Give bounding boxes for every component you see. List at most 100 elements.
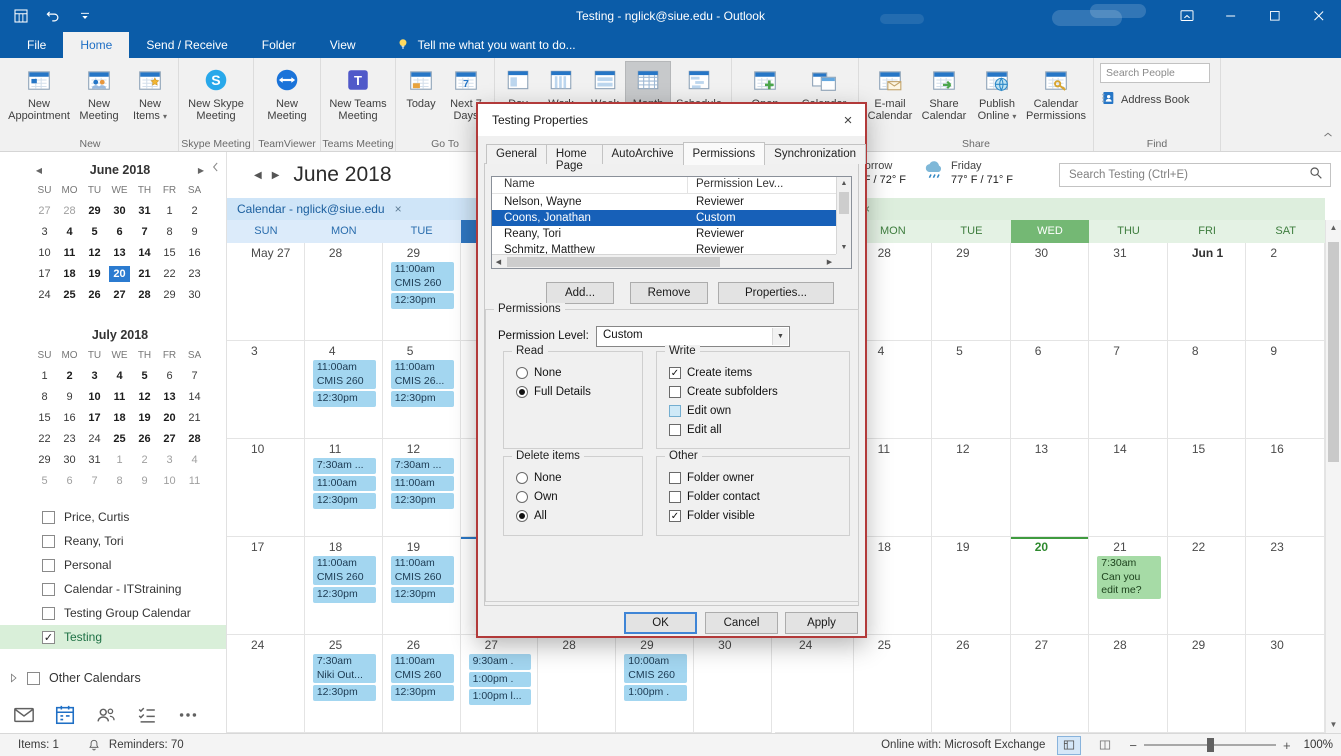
- calendar-checkbox[interactable]: [42, 607, 55, 620]
- all-radio[interactable]: [516, 510, 528, 522]
- mini-day[interactable]: 14: [132, 243, 157, 264]
- mini-day[interactable]: 5: [82, 222, 107, 243]
- mini-day[interactable]: 3: [32, 222, 57, 243]
- mini-day[interactable]: 11: [57, 243, 82, 264]
- day-cell[interactable]: 9: [1246, 341, 1325, 439]
- people-icon[interactable]: [95, 704, 117, 726]
- mini-day[interactable]: 28: [182, 429, 207, 450]
- permission-row-coons-jonathan[interactable]: Coons, JonathanCustom: [492, 210, 851, 226]
- mini-day[interactable]: 23: [57, 429, 82, 450]
- day-cell[interactable]: 23: [1246, 537, 1325, 635]
- mini-day[interactable]: 10: [82, 387, 107, 408]
- create-subfolders-option[interactable]: Create subfolders: [669, 385, 849, 398]
- mini-day[interactable]: 9: [132, 471, 157, 492]
- day-cell[interactable]: 14: [1089, 439, 1168, 537]
- mini-day[interactable]: 4: [182, 450, 207, 471]
- permission-level-dropdown[interactable]: Custom ▼: [596, 326, 790, 347]
- mini-day[interactable]: 29: [157, 285, 182, 306]
- mini-day[interactable]: 8: [157, 222, 182, 243]
- day-cell[interactable]: 279:30am .1:00pm .1:00pm l...: [461, 635, 539, 733]
- scroll-left-icon[interactable]: ◀: [492, 258, 505, 266]
- day-cell[interactable]: 257:30am Niki Out...12:30pm: [305, 635, 383, 733]
- ribbon-tab-view[interactable]: View: [313, 32, 373, 58]
- ribbon-tab-send-receive[interactable]: Send / Receive: [129, 32, 244, 58]
- calendar-list-item-testing-group-calendar[interactable]: Testing Group Calendar: [0, 601, 226, 625]
- event-chip[interactable]: 12:30pm: [313, 493, 376, 509]
- day-cell[interactable]: 20: [1011, 537, 1090, 635]
- mini-day[interactable]: 24: [82, 429, 107, 450]
- event-chip[interactable]: 11:00am CMIS 260: [391, 556, 454, 585]
- day-cell[interactable]: 12: [932, 439, 1011, 537]
- edit-all-option[interactable]: Edit all: [669, 423, 849, 436]
- mini-day[interactable]: 26: [132, 429, 157, 450]
- ribbon-button-new-meeting[interactable]: New Meeting: [72, 61, 126, 127]
- mini-day[interactable]: 8: [32, 387, 57, 408]
- event-chip[interactable]: 11:00am CMIS 26...: [391, 360, 454, 389]
- event-chip[interactable]: 7:30am ...: [313, 458, 376, 474]
- calendar-checkbox[interactable]: [42, 511, 55, 524]
- ribbon-button-calendar-permissions[interactable]: Calendar Permissions: [1023, 61, 1089, 127]
- folder-visible-checkbox[interactable]: ✓: [669, 510, 681, 522]
- day-cell[interactable]: 28: [1089, 635, 1168, 733]
- list-vertical-scrollbar[interactable]: ▲ ▼: [836, 177, 851, 254]
- event-chip[interactable]: 12:30pm: [391, 293, 454, 309]
- day-cell[interactable]: 28: [305, 243, 383, 341]
- own-radio[interactable]: [516, 491, 528, 503]
- dialog-tab-synchronization[interactable]: Synchronization: [764, 144, 866, 164]
- day-cell[interactable]: 29: [932, 243, 1011, 341]
- event-chip[interactable]: 1:00pm l...: [469, 689, 532, 705]
- mini-day[interactable]: 24: [32, 285, 57, 306]
- event-chip[interactable]: 10:00am CMIS 260: [624, 654, 687, 683]
- day-cell[interactable]: 511:00am CMIS 26...12:30pm: [383, 341, 461, 439]
- day-cell[interactable]: 127:30am ...11:00am12:30pm: [383, 439, 461, 537]
- name-column-header[interactable]: Name: [492, 177, 688, 193]
- event-chip[interactable]: 11:00am CMIS 260: [313, 556, 376, 585]
- mini-day[interactable]: 3: [82, 366, 107, 387]
- search-icon[interactable]: [1308, 165, 1324, 186]
- day-cell[interactable]: 2: [1246, 243, 1325, 341]
- mini-day[interactable]: 2: [57, 366, 82, 387]
- day-cell[interactable]: 8: [1168, 341, 1247, 439]
- scroll-up-icon[interactable]: ▲: [1326, 220, 1341, 236]
- event-chip[interactable]: 9:30am .: [469, 654, 532, 670]
- more-icon[interactable]: [177, 704, 199, 726]
- ribbon-button-share-calendar[interactable]: Share Calendar: [917, 61, 971, 127]
- event-chip[interactable]: 12:30pm: [391, 391, 454, 407]
- mini-day[interactable]: 15: [157, 243, 182, 264]
- customize-quick-access-icon[interactable]: [74, 5, 96, 27]
- mini-day[interactable]: 31: [82, 450, 107, 471]
- scroll-down-icon[interactable]: ▼: [837, 241, 851, 254]
- ribbon-tab-folder[interactable]: Folder: [245, 32, 313, 58]
- create-items-checkbox[interactable]: ✓: [669, 367, 681, 379]
- other-calendars-row[interactable]: Other Calendars: [0, 666, 226, 690]
- reading-view-button[interactable]: [1093, 736, 1117, 755]
- zoom-slider[interactable]: [1144, 744, 1276, 746]
- list-horizontal-scrollbar[interactable]: ◀ ▶: [492, 254, 836, 268]
- day-cell[interactable]: 24: [775, 635, 854, 733]
- collapse-ribbon-icon[interactable]: [1321, 128, 1335, 147]
- address-book-button[interactable]: Address Book: [1100, 90, 1214, 109]
- zoom-out-icon[interactable]: −: [1129, 738, 1137, 753]
- dialog-tab-permissions[interactable]: Permissions: [683, 142, 766, 165]
- day-cell[interactable]: 10: [227, 439, 305, 537]
- zoom-level[interactable]: 100%: [1304, 739, 1333, 751]
- day-cell[interactable]: 2911:00am CMIS 26012:30pm: [383, 243, 461, 341]
- event-chip[interactable]: 7:30am ...: [391, 458, 454, 474]
- calendar-checkbox[interactable]: [42, 559, 55, 572]
- none-radio[interactable]: [516, 472, 528, 484]
- mini-day[interactable]: 22: [32, 429, 57, 450]
- search-people-input[interactable]: [1100, 63, 1210, 83]
- mini-day[interactable]: 1: [157, 201, 182, 222]
- minimize-icon[interactable]: [1209, 0, 1253, 32]
- day-cell[interactable]: 15: [1168, 439, 1247, 537]
- day-cell[interactable]: 411:00am CMIS 26012:30pm: [305, 341, 383, 439]
- scroll-right-icon[interactable]: ▶: [823, 258, 836, 266]
- mail-icon[interactable]: [13, 704, 35, 726]
- permission-row-nelson-wayne[interactable]: Nelson, WayneReviewer: [492, 194, 851, 210]
- folder-visible-option[interactable]: ✓Folder visible: [669, 509, 849, 522]
- dialog-tab-general[interactable]: General: [486, 144, 547, 164]
- day-cell[interactable]: 31: [1089, 243, 1168, 341]
- ribbon-button-today[interactable]: Today: [400, 61, 442, 114]
- calendar-list-item-calendar-itstraining[interactable]: Calendar - ITStraining: [0, 577, 226, 601]
- forward-arrow-icon[interactable]: ▶: [267, 167, 285, 184]
